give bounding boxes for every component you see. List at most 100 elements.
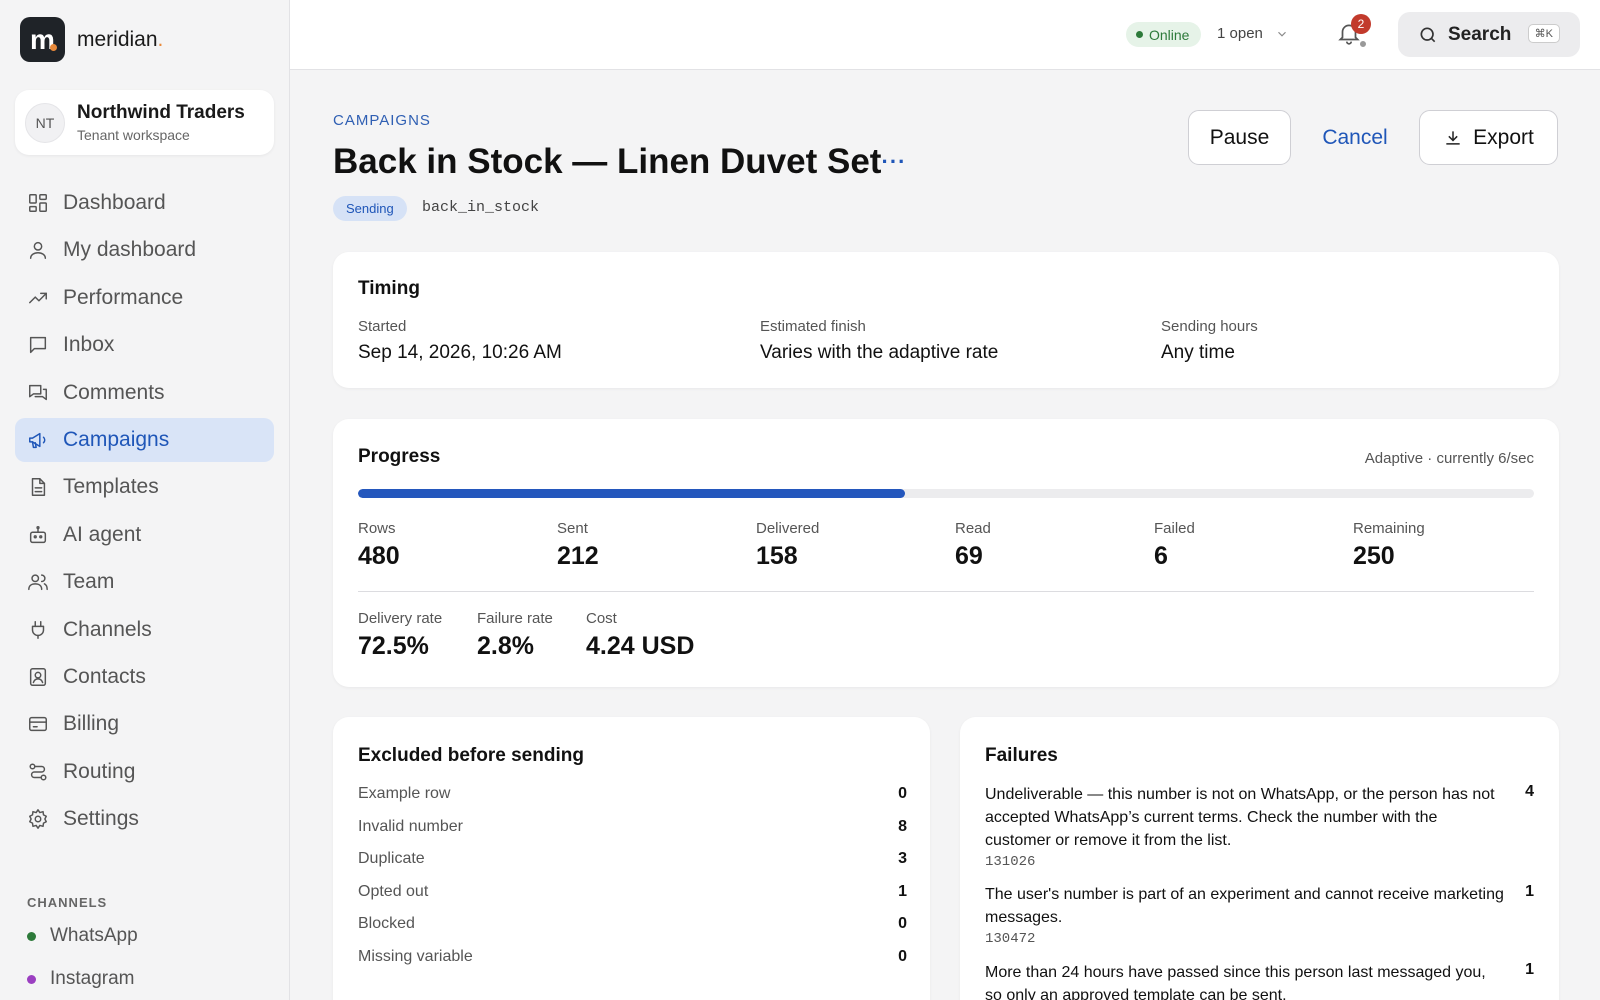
sidebar-item-contacts[interactable]: Contacts — [15, 655, 274, 699]
team-icon — [27, 571, 49, 593]
stat-label: Delivered — [756, 520, 820, 537]
brand-name: meridian. — [77, 27, 164, 51]
tenant-subtitle: Tenant workspace — [77, 127, 190, 143]
estimated-finish-label: Estimated finish — [760, 318, 866, 335]
sidebar-item-label: Routing — [63, 759, 136, 783]
breadcrumb[interactable]: CAMPAIGNS — [333, 112, 431, 129]
user-icon — [27, 239, 49, 261]
failure-count: 4 — [1525, 783, 1534, 800]
stat-label: Rows — [358, 520, 396, 537]
stat-label: Sent — [557, 520, 588, 537]
presence-dot-icon — [1358, 39, 1368, 49]
metric-label: Delivery rate — [358, 610, 443, 627]
sidebar-item-label: Settings — [63, 807, 139, 831]
sidebar-item-billing[interactable]: Billing — [15, 702, 274, 746]
online-status-badge[interactable]: Online — [1126, 22, 1202, 47]
robot-icon — [27, 524, 49, 546]
chevron-down-icon — [1277, 31, 1286, 37]
send-rate-label: Adaptive · currently 6/sec — [1364, 450, 1534, 467]
comments-icon — [27, 382, 49, 404]
sidebar-item-label: Comments — [63, 380, 165, 404]
campaign-slug: back_in_stock — [422, 199, 540, 216]
failure-code: 130472 — [985, 931, 1036, 947]
failure-count: 1 — [1525, 961, 1534, 978]
keyboard-shortcut-hint: ⌘K — [1527, 24, 1560, 43]
download-icon — [1446, 130, 1460, 145]
stat-delivered-value: 158 — [756, 542, 798, 570]
excluded-card: Excluded before sending Example row 0 Inv… — [333, 717, 930, 1000]
tenant-switcher[interactable]: NT Northwind Traders Tenant workspace — [15, 90, 274, 155]
sidebar: m meridian. NT Northwind Traders Tenant … — [0, 0, 290, 1000]
sidebar-item-performance[interactable]: Performance — [15, 276, 274, 320]
progress-title: Progress — [358, 446, 441, 467]
online-dot-icon — [1136, 31, 1143, 38]
search-icon — [1420, 27, 1436, 42]
search-button[interactable]: Search ⌘K — [1398, 12, 1580, 57]
excluded-row: Duplicate 3 — [358, 850, 907, 867]
stat-sent-value: 212 — [557, 542, 599, 570]
cost-value: 4.24 USD — [586, 632, 695, 660]
excluded-title: Excluded before sending — [358, 745, 584, 766]
document-icon — [27, 476, 49, 498]
gear-icon — [27, 808, 49, 830]
sidebar-item-label: Channels — [63, 617, 152, 641]
page-title: Back in Stock — Linen Duvet Set — [333, 142, 882, 181]
channel-item-instagram[interactable]: Instagram — [27, 968, 134, 990]
sidebar-item-label: Templates — [63, 475, 159, 499]
channel-item-whatsapp[interactable]: WhatsApp — [27, 925, 138, 947]
sidebar-item-label: Inbox — [63, 333, 115, 357]
sidebar-item-team[interactable]: Team — [15, 560, 274, 604]
pause-button[interactable]: Pause — [1188, 110, 1291, 165]
sidebar-item-label: AI agent — [63, 522, 142, 546]
routing-icon — [27, 761, 49, 783]
excluded-row: Invalid number 8 — [358, 818, 907, 835]
sidebar-item-channels[interactable]: Channels — [15, 608, 274, 652]
metric-label: Failure rate — [477, 610, 553, 627]
metric-label: Cost — [586, 610, 617, 627]
plug-icon — [27, 619, 49, 641]
ellipsis-icon: ··· — [881, 149, 907, 174]
failures-card: Failures Undeliverable — this number is … — [960, 717, 1559, 1000]
started-label: Started — [358, 318, 407, 335]
sidebar-item-comments[interactable]: Comments — [15, 371, 274, 415]
sidebar-item-dashboard[interactable]: Dashboard — [15, 181, 274, 225]
sidebar-item-campaigns[interactable]: Campaigns — [15, 417, 274, 462]
sidebar-item-label: Billing — [63, 712, 120, 736]
estimated-finish-value: Varies with the adaptive rate — [760, 342, 999, 363]
sending-hours-label: Sending hours — [1161, 318, 1258, 335]
export-button[interactable]: Export — [1419, 110, 1558, 165]
sidebar-item-label: Performance — [63, 285, 184, 309]
stat-read-value: 69 — [955, 542, 983, 570]
sidebar-nav: Dashboard My dashboard Performance Inbox… — [15, 181, 274, 844]
sidebar-item-my-dashboard[interactable]: My dashboard — [15, 228, 274, 272]
open-conversations-dropdown[interactable]: 1 open — [1217, 25, 1289, 42]
status-dot-icon — [27, 974, 36, 984]
sidebar-item-inbox[interactable]: Inbox — [15, 323, 274, 367]
more-options-button[interactable]: ··· — [878, 146, 910, 178]
excluded-row: Example row 0 — [358, 785, 907, 802]
brand-logo[interactable]: m meridian. — [20, 17, 163, 62]
failures-title: Failures — [985, 745, 1058, 766]
sidebar-item-settings[interactable]: Settings — [15, 797, 274, 841]
timing-title: Timing — [358, 278, 420, 299]
excluded-row: Missing variable 0 — [358, 948, 907, 965]
delivery-rate-value: 72.5% — [358, 632, 429, 660]
sidebar-item-ai-agent[interactable]: AI agent — [15, 513, 274, 557]
megaphone-icon — [27, 429, 49, 451]
sidebar-item-label: Contacts — [63, 664, 146, 688]
tenant-avatar: NT — [25, 102, 65, 143]
cancel-button[interactable]: Cancel — [1310, 110, 1400, 165]
stat-label: Read — [955, 520, 991, 537]
sidebar-item-routing[interactable]: Routing — [15, 750, 274, 794]
excluded-row: Opted out 1 — [358, 883, 907, 900]
contact-card-icon — [27, 666, 49, 688]
tenant-name: Northwind Traders — [77, 102, 245, 123]
stat-failed-value: 6 — [1154, 542, 1168, 570]
status-dot-icon — [27, 931, 36, 941]
sidebar-item-templates[interactable]: Templates — [15, 465, 274, 509]
failure-item: The user's number is part of an experime… — [985, 883, 1534, 947]
channel-label: Instagram — [50, 968, 135, 989]
failure-reason: The user's number is part of an experime… — [985, 886, 1504, 926]
excluded-row: Blocked 0 — [358, 915, 907, 932]
started-value: Sep 14, 2026, 10:26 AM — [358, 342, 562, 363]
